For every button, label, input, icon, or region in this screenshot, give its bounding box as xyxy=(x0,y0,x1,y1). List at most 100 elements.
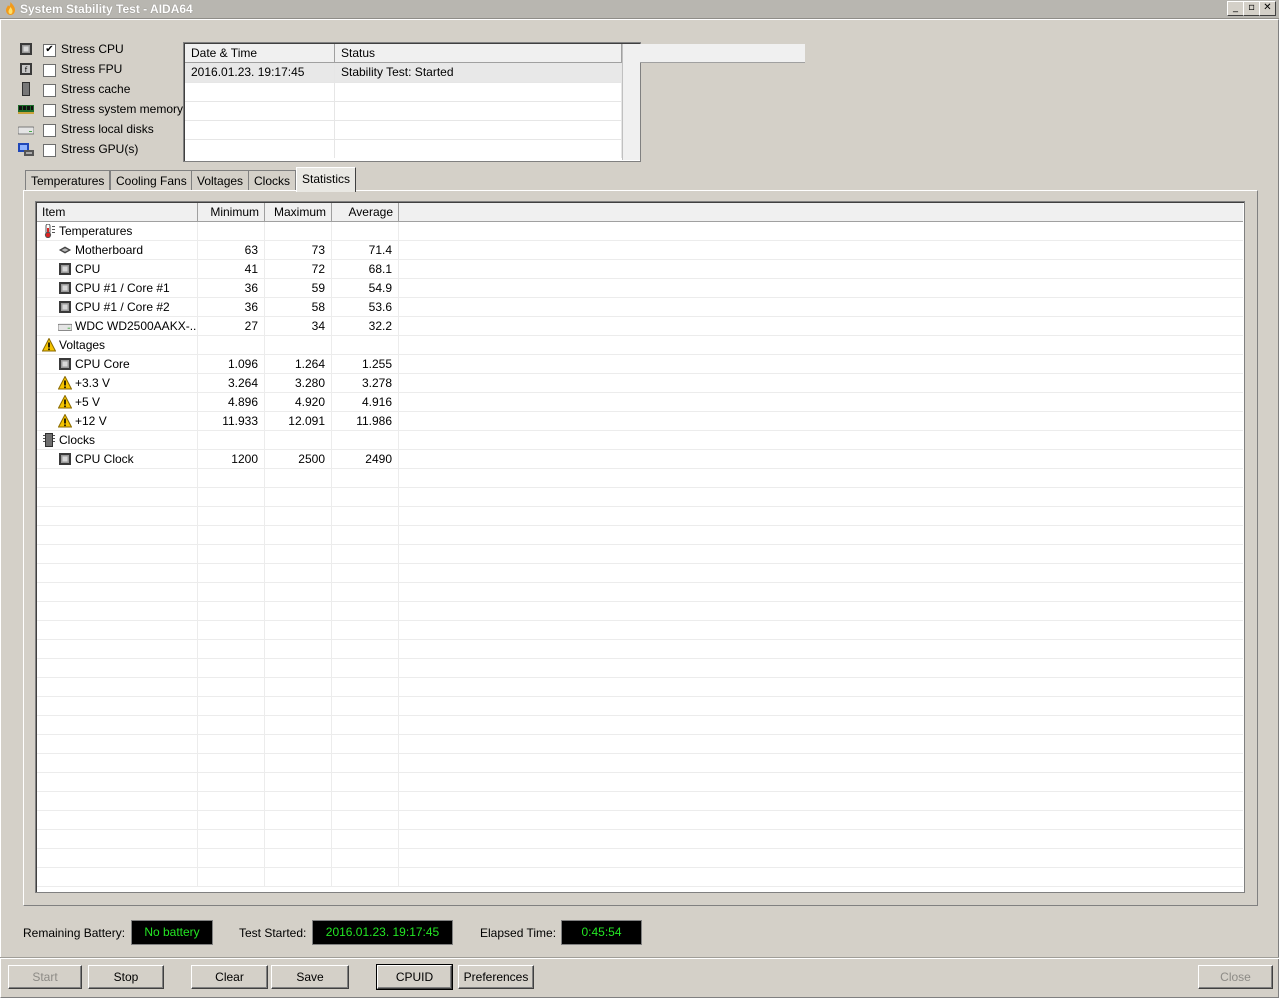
avg-value: 4.916 xyxy=(332,393,399,411)
cpu-icon xyxy=(18,42,34,56)
min-value: 63 xyxy=(198,241,265,259)
group-row[interactable]: Temperatures xyxy=(37,222,1243,241)
warning-icon xyxy=(57,413,73,428)
empty-cell xyxy=(332,545,399,563)
table-row[interactable]: Motherboard 63 73 71.4 xyxy=(37,241,1243,260)
empty-cell xyxy=(37,564,198,582)
empty-cell xyxy=(332,602,399,620)
stress-checkbox[interactable] xyxy=(43,64,56,77)
empty-cell xyxy=(265,526,332,544)
empty-cell xyxy=(399,260,1243,278)
empty-cell xyxy=(399,355,1243,373)
tab-cooling-fans[interactable]: Cooling Fans xyxy=(110,170,193,191)
col-minimum-header[interactable]: Minimum xyxy=(198,203,265,221)
avg-value: 32.2 xyxy=(332,317,399,335)
empty-cell xyxy=(37,697,198,715)
table-row[interactable]: WDC WD2500AAKX-... 27 34 32.2 xyxy=(37,317,1243,336)
empty-row xyxy=(37,602,1243,621)
empty-cell xyxy=(265,773,332,791)
save-button[interactable]: Save xyxy=(271,965,349,989)
cpuid-button[interactable]: CPUID xyxy=(376,964,453,990)
stress-checkbox[interactable] xyxy=(43,104,56,117)
log-header-date[interactable]: Date & Time xyxy=(185,44,335,62)
col-maximum-header[interactable]: Maximum xyxy=(265,203,332,221)
empty-cell xyxy=(399,412,1243,430)
table-row[interactable]: +3.3 V 3.264 3.280 3.278 xyxy=(37,374,1243,393)
stress-checkbox[interactable] xyxy=(43,84,56,97)
clear-button[interactable]: Clear xyxy=(191,965,268,989)
empty-cell xyxy=(198,659,265,677)
avg-value xyxy=(332,222,399,240)
empty-cell xyxy=(198,564,265,582)
item-label: CPU #1 / Core #1 xyxy=(75,281,170,295)
empty-row xyxy=(37,754,1243,773)
tab-clocks[interactable]: Clocks xyxy=(248,170,297,191)
empty-cell xyxy=(37,659,198,677)
empty-cell xyxy=(399,602,1243,620)
log-scrollbar[interactable] xyxy=(622,44,640,160)
max-value: 73 xyxy=(265,241,332,259)
close-button[interactable]: Close xyxy=(1198,965,1273,989)
group-row[interactable]: Clocks xyxy=(37,431,1243,450)
empty-row xyxy=(37,488,1243,507)
memory-icon xyxy=(18,102,34,116)
button-separator xyxy=(0,957,1279,959)
avg-value: 11.986 xyxy=(332,412,399,430)
table-row[interactable]: CPU #1 / Core #2 36 58 53.6 xyxy=(37,298,1243,317)
log-row[interactable]: 2016.01.23. 19:17:45 Stability Test: Sta… xyxy=(185,63,622,83)
stress-option[interactable]: Stress cache xyxy=(18,81,188,99)
avg-value: 54.9 xyxy=(332,279,399,297)
min-value: 27 xyxy=(198,317,265,335)
start-button[interactable]: Start xyxy=(8,965,82,989)
col-average-header[interactable]: Average xyxy=(332,203,399,221)
cpu-icon xyxy=(58,281,72,295)
col-item-header[interactable]: Item xyxy=(37,203,198,221)
gpu-icon xyxy=(18,142,34,156)
empty-cell xyxy=(332,659,399,677)
stress-option[interactable]: Stress GPU(s) xyxy=(18,141,188,159)
min-value: 3.264 xyxy=(198,374,265,392)
empty-cell xyxy=(332,564,399,582)
maximize-button[interactable]: ▫ xyxy=(1243,1,1260,16)
empty-cell xyxy=(265,697,332,715)
stress-option[interactable]: ✔ Stress CPU xyxy=(18,41,188,59)
tab-temperatures[interactable]: Temperatures xyxy=(25,170,111,191)
table-row[interactable]: CPU #1 / Core #1 36 59 54.9 xyxy=(37,279,1243,298)
stop-button[interactable]: Stop xyxy=(88,965,164,989)
empty-cell xyxy=(399,450,1243,468)
stress-option[interactable]: f Stress FPU xyxy=(18,61,188,79)
minimize-button[interactable]: _ xyxy=(1227,1,1244,16)
empty-cell xyxy=(399,545,1243,563)
table-row[interactable]: CPU 41 72 68.1 xyxy=(37,260,1243,279)
table-row[interactable]: CPU Clock 1200 2500 2490 xyxy=(37,450,1243,469)
stress-option[interactable]: Stress local disks xyxy=(17,121,188,139)
avg-value: 68.1 xyxy=(332,260,399,278)
stress-checkbox[interactable] xyxy=(43,144,56,157)
empty-cell xyxy=(265,659,332,677)
empty-cell xyxy=(332,507,399,525)
stress-label: Stress local disks xyxy=(61,122,154,136)
table-row[interactable]: +12 V 11.933 12.091 11.986 xyxy=(37,412,1243,431)
empty-cell xyxy=(265,469,332,487)
tab-voltages[interactable]: Voltages xyxy=(191,170,250,191)
preferences-button[interactable]: Preferences xyxy=(458,965,534,989)
log-header-status[interactable]: Status xyxy=(335,44,622,62)
group-row[interactable]: Voltages xyxy=(37,336,1243,355)
empty-cell xyxy=(399,469,1243,487)
item-cell: CPU #1 / Core #1 xyxy=(37,279,198,297)
event-log-list[interactable]: Date & Time Status 2016.01.23. 19:17:45 … xyxy=(183,42,805,162)
stress-checkbox[interactable]: ✔ xyxy=(43,44,56,57)
empty-cell xyxy=(399,222,1243,240)
close-window-button[interactable]: ✕ xyxy=(1259,1,1276,16)
empty-cell xyxy=(198,849,265,867)
table-row[interactable]: CPU Core 1.096 1.264 1.255 xyxy=(37,355,1243,374)
table-row[interactable]: +5 V 4.896 4.920 4.916 xyxy=(37,393,1243,412)
item-cell: Temperatures xyxy=(37,222,198,240)
empty-cell xyxy=(265,811,332,829)
avg-value: 53.6 xyxy=(332,298,399,316)
stress-checkbox[interactable] xyxy=(43,124,56,137)
tab-statistics[interactable]: Statistics xyxy=(296,167,357,192)
empty-cell xyxy=(198,811,265,829)
stress-option[interactable]: Stress system memory xyxy=(18,101,188,119)
statistics-table[interactable]: Item Minimum Maximum Average Temperature… xyxy=(35,201,1245,893)
